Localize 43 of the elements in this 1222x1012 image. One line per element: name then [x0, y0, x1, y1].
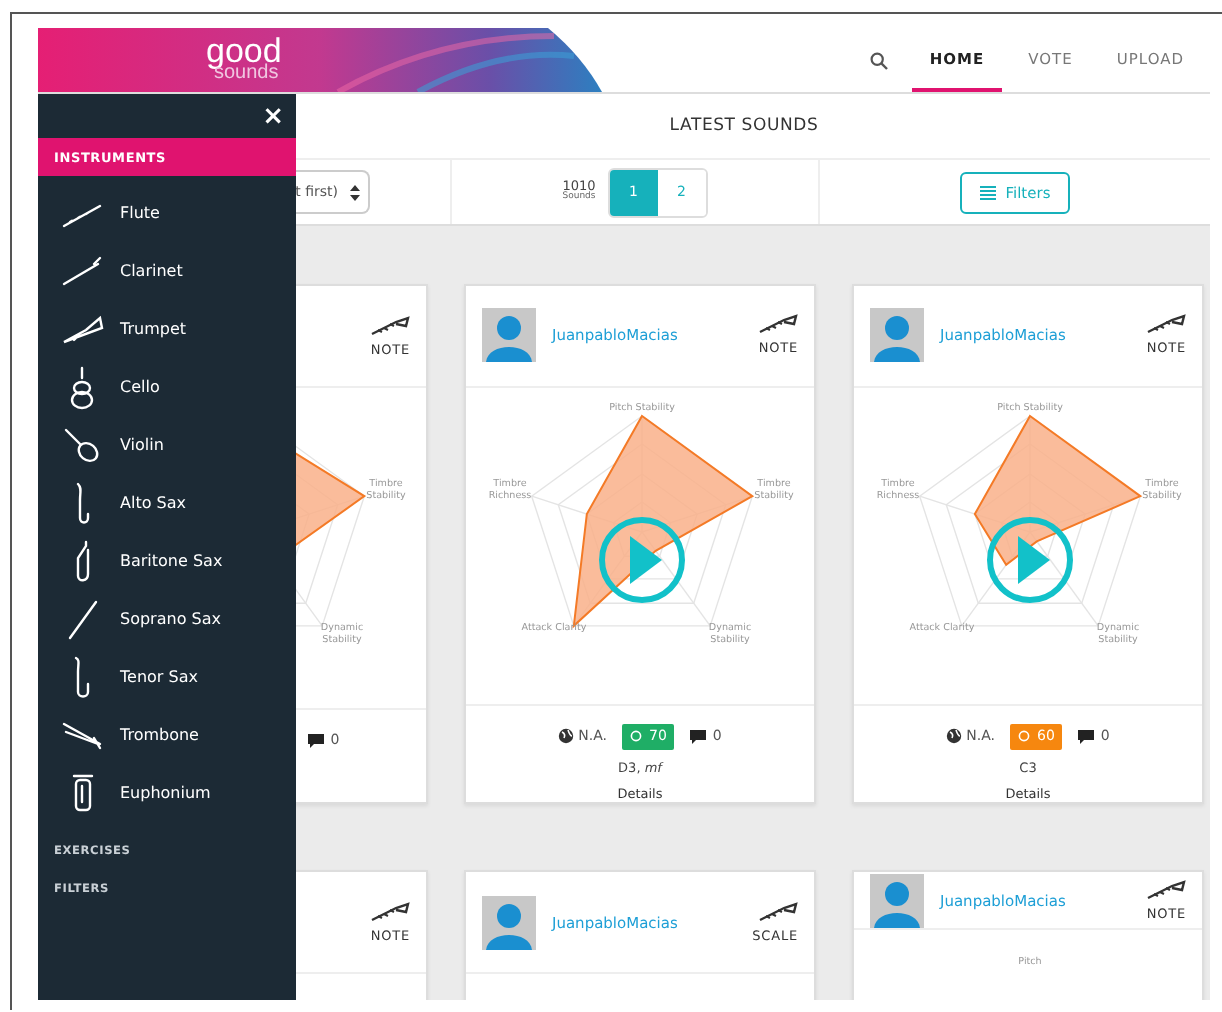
saxophone-icon: [74, 655, 90, 699]
sidebar-item[interactable]: Trumpet: [38, 300, 296, 358]
instrument-icon: [758, 314, 798, 335]
sidebar-item[interactable]: Cello: [38, 358, 296, 416]
instrument-icon: [370, 315, 410, 335]
list-icon: [979, 185, 996, 199]
sidebar-item[interactable]: Baritone Sax: [38, 532, 296, 590]
sort-caret-icon: [350, 183, 360, 201]
sidebar-item[interactable]: Tenor Sax: [38, 648, 296, 706]
close-button[interactable]: ×: [250, 94, 296, 138]
comment-icon: [1078, 729, 1095, 743]
play-button[interactable]: [984, 513, 1076, 606]
sidebar-item[interactable]: Alto Sax: [38, 474, 296, 532]
instrument-icon: [370, 901, 410, 921]
comment-icon: [308, 733, 325, 747]
trumpet-icon: [61, 315, 103, 343]
instrument-icon: [758, 901, 798, 921]
trombone-icon: [62, 721, 102, 749]
saxophone-icon: [75, 539, 89, 583]
avatar-icon: [482, 895, 536, 949]
avatar-icon: [870, 308, 924, 363]
sidebar-item[interactable]: Trombone: [38, 706, 296, 764]
sidebar-item[interactable]: Soprano Sax: [38, 590, 296, 648]
medal-icon: [630, 730, 643, 742]
pipe-icon: [67, 599, 97, 639]
play-button[interactable]: [596, 513, 688, 606]
saxophone-icon: [75, 481, 89, 525]
clarinet-icon: [62, 256, 102, 286]
medal-icon: [1018, 730, 1031, 742]
globe-icon: [558, 728, 575, 744]
instrument-icon: [1146, 314, 1186, 335]
comment-icon: [690, 729, 707, 743]
sidebar-item[interactable]: Euphonium: [38, 764, 296, 822]
globe-icon: [946, 728, 963, 744]
avatar-icon: [870, 873, 924, 928]
flute-icon: [62, 199, 102, 227]
sidebar-item[interactable]: Clarinet: [38, 242, 296, 300]
sidebar-item[interactable]: Flute: [38, 184, 296, 242]
sidebar-item[interactable]: Violin: [38, 416, 296, 474]
logo[interactable]: good sounds: [206, 38, 282, 82]
search-icon[interactable]: [869, 51, 888, 69]
avatar-icon: [482, 308, 536, 363]
instrument-icon: [1146, 879, 1186, 900]
